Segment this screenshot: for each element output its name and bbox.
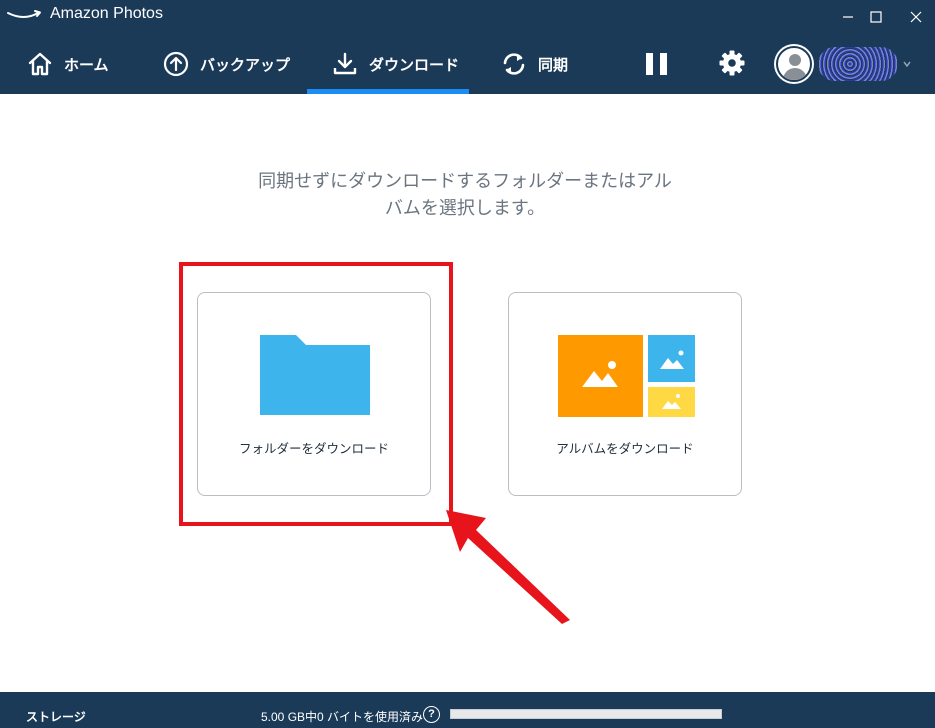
help-icon[interactable]: ? [423,706,440,723]
nav-bar: ホーム バックアップ ダウンロード 同期 [0,34,935,94]
nav-tab-sync-label: 同期 [538,56,569,74]
download-icon [331,50,359,78]
sync-icon [500,50,528,78]
nav-tab-backup-label: バックアップ [200,56,291,74]
storage-usage-text: 5.00 GB中0 バイトを使用済み [261,710,424,724]
avatar-icon [776,46,812,82]
app-title: Amazon Photos [50,5,163,22]
annotation-arrow [446,510,570,624]
active-tab-indicator [307,89,469,94]
upload-circle-icon [162,50,190,78]
close-icon[interactable] [906,8,926,26]
storage-progress-bar [450,709,722,719]
nav-tab-download-label: ダウンロード [369,56,460,74]
annotation-highlight-box [179,262,453,526]
home-icon [26,50,54,78]
minimize-icon[interactable] [838,8,858,26]
account-menu[interactable] [776,44,926,84]
title-bar: Amazon Photos [0,0,935,34]
nav-tab-backup[interactable]: バックアップ [162,34,290,94]
maximize-icon[interactable] [866,8,886,26]
album-icon [558,335,695,417]
gear-icon[interactable] [718,49,746,77]
storage-label: ストレージ [26,710,86,724]
nav-tab-home[interactable]: ホーム [26,34,109,94]
status-bar: ストレージ 5.00 GB中0 バイトを使用済み ? [0,692,935,728]
nav-tab-download[interactable]: ダウンロード [331,34,459,94]
chevron-down-icon [903,61,911,68]
pause-icon[interactable] [644,50,670,78]
nav-tab-home-label: ホーム [64,56,109,74]
amazon-smile-logo [7,10,41,18]
account-name-redacted [818,47,898,81]
instruction-text: 同期せずにダウンロードするフォルダーまたはアルバムを選択します。 [258,171,672,219]
nav-tab-sync[interactable]: 同期 [500,34,568,94]
download-album-card[interactable]: アルバムをダウンロード [508,292,742,496]
download-album-label: アルバムをダウンロード [556,441,694,456]
